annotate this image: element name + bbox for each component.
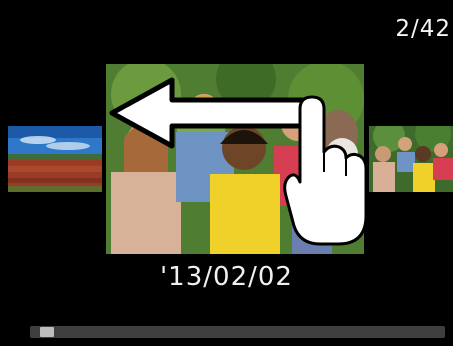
image-counter: 2/42 (395, 16, 451, 42)
group-photo (106, 64, 364, 254)
shooting-date: '13/02/02 (160, 262, 293, 292)
group-photo-small (369, 126, 453, 192)
image-scroll-bar[interactable] (30, 326, 445, 338)
next-image-thumbnail[interactable] (369, 126, 453, 192)
previous-image-thumbnail[interactable] (8, 126, 102, 192)
current-image[interactable] (106, 64, 364, 254)
playback-screen: 2/42 '13/02/02 (0, 0, 453, 346)
scroll-bar-thumb[interactable] (39, 327, 54, 337)
landscape-photo (8, 126, 102, 192)
